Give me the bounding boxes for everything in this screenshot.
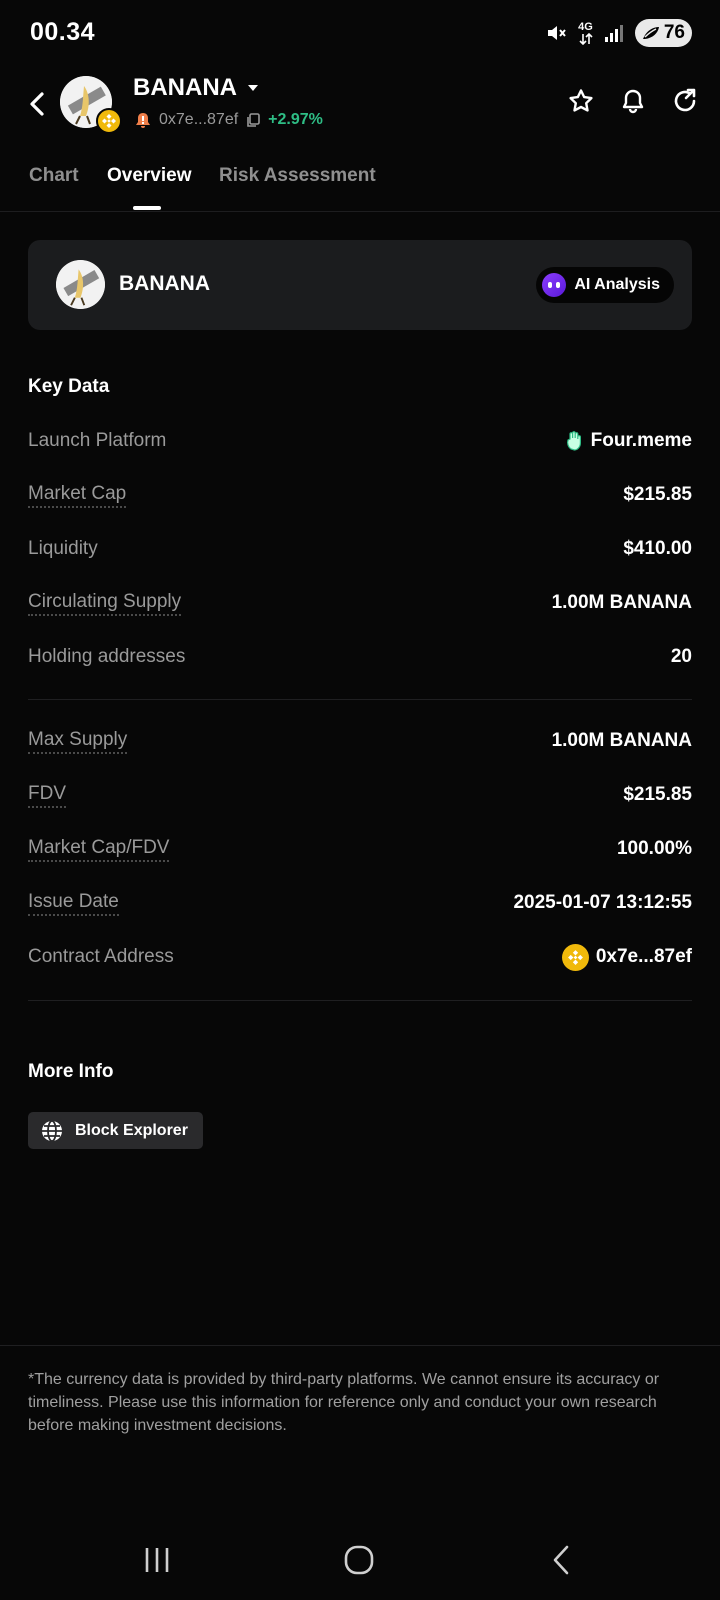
row-value: 0x7e...87ef [595,946,692,967]
four-meme-hand-icon [566,431,581,451]
status-time: 00.34 [30,18,96,46]
max-supply-row: Max Supply 1.00M BANANA [28,714,692,768]
tab-overview[interactable]: Overview [107,165,192,187]
star-icon [569,89,593,112]
dropdown-caret-icon [248,85,258,91]
status-icons: 4G 76 [544,18,692,48]
row-value: 1.00M BANANA [551,730,692,751]
row-label[interactable]: Market Cap [28,483,127,508]
back-button[interactable] [22,86,52,122]
token-name-selector[interactable]: BANANA [133,74,259,102]
tab-chart[interactable]: Chart [29,165,79,187]
token-symbol: BANANA [133,74,237,101]
home-icon [344,1545,374,1575]
row-value: $410.00 [623,538,692,559]
ai-analysis-label: AI Analysis [574,276,660,293]
recent-apps-button[interactable] [132,1542,182,1578]
row-value: $215.85 [623,484,692,505]
share-icon [674,88,696,112]
row-label[interactable]: Max Supply [28,729,128,754]
token-card-avatar [56,260,105,309]
battery-level: 76 [663,22,685,43]
token-address: 0x7e...87ef [159,111,239,128]
status-bar: 00.34 4G 76 [0,0,720,66]
network-label: 4G [578,20,593,33]
more-info-title: More Info [28,1061,114,1082]
system-back-button[interactable] [536,1542,586,1578]
bnb-chain-icon [561,943,589,971]
tab-risk-assessment[interactable]: Risk Assessment [219,165,376,187]
market-cap-row: Market Cap $215.85 [28,468,692,522]
bnb-chain-badge-icon [96,108,122,134]
circulating-supply-row: Circulating Supply 1.00M BANANA [28,576,692,630]
row-label: Contract Address [28,946,174,967]
signal-icon [603,22,625,44]
active-tab-indicator [133,206,161,210]
disclaimer-text: *The currency data is provided by third-… [28,1371,660,1434]
holding-addresses-row: Holding addresses 20 [28,630,692,684]
header-actions [568,88,698,114]
liquidity-row: Liquidity $410.00 [28,522,692,576]
warning-bell-icon [136,112,150,128]
row-value: 100.00% [616,838,692,859]
section-divider [28,1000,692,1001]
token-avatar [60,76,122,134]
alert-button[interactable] [620,88,646,114]
globe-icon [42,1119,62,1142]
price-change: +2.97% [268,111,323,128]
issue-date-row: Issue Date 2025-01-07 13:12:55 [28,876,692,930]
copy-icon[interactable] [246,112,260,128]
row-label[interactable]: Issue Date [28,891,119,916]
key-data-title: Key Data [28,376,110,397]
launch-platform-value[interactable]: Four.meme [566,430,692,452]
battery-icon: 76 [634,19,692,47]
system-nav-bar [0,1520,720,1600]
fdv-row: FDV $215.85 [28,768,692,822]
row-label: Launch Platform [28,430,167,451]
home-button[interactable] [334,1542,384,1578]
token-card: BANANA AI Analysis [28,240,692,330]
recent-apps-icon [145,1548,169,1572]
favorite-button[interactable] [568,88,594,114]
share-button[interactable] [672,88,698,114]
row-value: 2025-01-07 13:12:55 [513,892,692,913]
row-label[interactable]: Circulating Supply [28,591,182,616]
key-data-list-bottom: Max Supply 1.00M BANANA FDV $215.85 Mark… [28,714,692,984]
row-label: Holding addresses [28,646,186,667]
market-cap-fdv-row: Market Cap/FDV 100.00% [28,822,692,876]
row-value: 20 [670,646,692,667]
row-label: Liquidity [28,538,98,559]
disclaimer-divider [0,1345,720,1346]
row-label[interactable]: Market Cap/FDV [28,837,170,862]
contract-address-row: Contract Address 0x7e...87ef [28,930,692,984]
mute-icon [544,21,568,45]
row-value: Four.meme [590,430,692,451]
block-explorer-button[interactable]: Block Explorer [28,1112,203,1149]
row-label[interactable]: FDV [28,783,66,808]
token-card-name: BANANA [119,272,210,295]
key-data-list-top: Launch Platform Four.meme Market Cap $21… [28,414,692,684]
tab-bar: Chart Overview Risk Assessment [0,160,720,212]
token-subline: 0x7e...87ef +2.97% [135,111,323,129]
bell-icon [622,89,644,114]
network-4g-icon: 4G [578,20,593,45]
back-icon [30,92,44,116]
row-value: $215.85 [623,784,692,805]
ai-robot-icon [542,273,567,297]
launch-platform-row: Launch Platform Four.meme [28,414,692,468]
contract-address-value[interactable]: 0x7e...87ef [561,943,692,971]
block-explorer-label: Block Explorer [75,1121,188,1139]
section-divider [28,699,692,700]
row-value: 1.00M BANANA [551,592,692,613]
ai-analysis-button[interactable]: AI Analysis [536,267,674,303]
nav-back-icon [553,1545,569,1575]
banana-logo-icon [56,260,105,309]
token-overview-screen: 00.34 4G 76 BANANA 0x7e...87ef +2.97% Ch… [0,0,720,1600]
